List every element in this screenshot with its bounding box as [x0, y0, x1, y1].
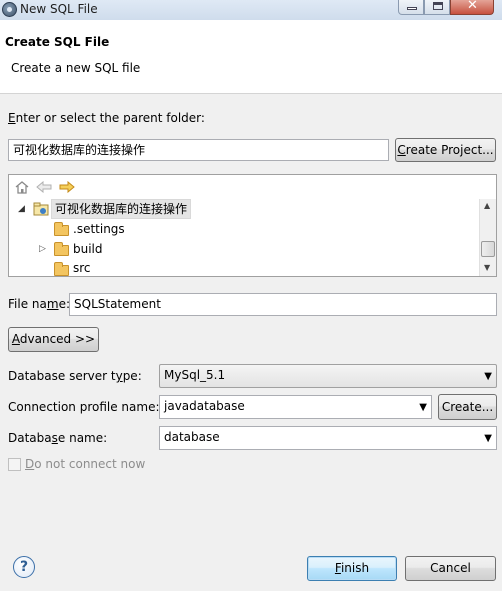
database-name-select[interactable]: database ▼ — [159, 426, 497, 450]
tree-item-label: src — [73, 261, 91, 275]
collapsed-triangle-icon[interactable]: ▷ — [39, 239, 46, 259]
connection-profile-value: javadatabase — [164, 399, 245, 413]
project-icon — [33, 202, 49, 216]
scroll-up-icon[interactable]: ▲ — [484, 201, 490, 210]
folder-icon — [54, 242, 69, 256]
db-server-type-label: Database server type: — [8, 369, 142, 383]
do-not-connect-label: Do not connect now — [25, 457, 146, 471]
home-icon[interactable] — [14, 180, 30, 194]
parent-folder-label: Enter or select the parent folder: — [8, 111, 205, 125]
maximize-icon — [433, 2, 443, 10]
db-server-type-select[interactable]: MySql_5.1 ▼ — [159, 364, 497, 388]
cancel-button[interactable]: Cancel — [405, 556, 496, 581]
minimize-icon — [407, 7, 417, 10]
finish-button[interactable]: Finish — [307, 556, 397, 581]
chevron-down-icon: ▼ — [484, 371, 492, 382]
scroll-thumb[interactable] — [481, 241, 495, 257]
eclipse-app-icon — [2, 2, 17, 17]
help-icon[interactable]: ? — [13, 556, 35, 578]
advanced-button[interactable]: Advanced >> — [8, 327, 99, 352]
folder-tree: ◢ 可视化数据库的连接操作 .settings ▷ build src — [9, 199, 480, 276]
tree-item-settings[interactable]: .settings — [9, 219, 209, 239]
close-button[interactable]: ✕ — [450, 0, 494, 15]
db-server-type-value: MySql_5.1 — [164, 368, 226, 382]
tree-toolbar — [9, 175, 496, 199]
minimize-button[interactable] — [398, 0, 424, 15]
expanded-triangle-icon[interactable]: ◢ — [18, 199, 25, 219]
scroll-down-icon[interactable]: ▼ — [484, 263, 490, 272]
parent-folder-input[interactable]: 可视化数据库的连接操作 — [8, 139, 389, 161]
file-name-label: File name: — [8, 297, 70, 311]
tree-scrollbar[interactable]: ▲ ▼ — [479, 199, 496, 276]
create-project-button[interactable]: Create Project... — [395, 138, 496, 162]
wizard-subtitle: Create a new SQL file — [11, 61, 141, 75]
database-name-value: database — [164, 430, 220, 444]
do-not-connect-checkbox[interactable] — [8, 458, 21, 471]
maximize-button[interactable] — [424, 0, 450, 15]
connection-profile-label: Connection profile name: — [8, 400, 160, 414]
window-title: New SQL File — [20, 2, 98, 16]
title-bar: New SQL File ✕ — [0, 0, 502, 20]
tree-item-build[interactable]: ▷ build — [9, 239, 209, 259]
tree-item-label: .settings — [73, 222, 125, 236]
chevron-down-icon: ▼ — [419, 402, 427, 413]
tree-item-label: build — [73, 242, 103, 256]
tree-item-src[interactable]: src — [9, 259, 209, 276]
close-icon: ✕ — [467, 0, 478, 13]
wizard-banner: Create SQL File Create a new SQL file — [0, 20, 502, 94]
back-arrow-icon[interactable] — [36, 181, 52, 193]
folder-icon — [54, 222, 69, 236]
forward-arrow-icon[interactable] — [59, 181, 75, 193]
folder-tree-panel: ◢ 可视化数据库的连接操作 .settings ▷ build src ▲ ▼ — [8, 174, 497, 277]
file-name-input[interactable]: SQLStatement — [69, 293, 497, 316]
folder-icon — [54, 262, 69, 276]
tree-item-label: 可视化数据库的连接操作 — [51, 199, 192, 219]
wizard-title: Create SQL File — [5, 35, 110, 49]
chevron-down-icon: ▼ — [484, 433, 492, 444]
create-connection-button[interactable]: Create... — [438, 394, 497, 420]
database-name-label: Database name: — [8, 431, 108, 445]
connection-profile-select[interactable]: javadatabase ▼ — [159, 395, 432, 419]
tree-item-project[interactable]: ◢ 可视化数据库的连接操作 — [9, 199, 199, 219]
window-controls: ✕ — [398, 0, 494, 15]
